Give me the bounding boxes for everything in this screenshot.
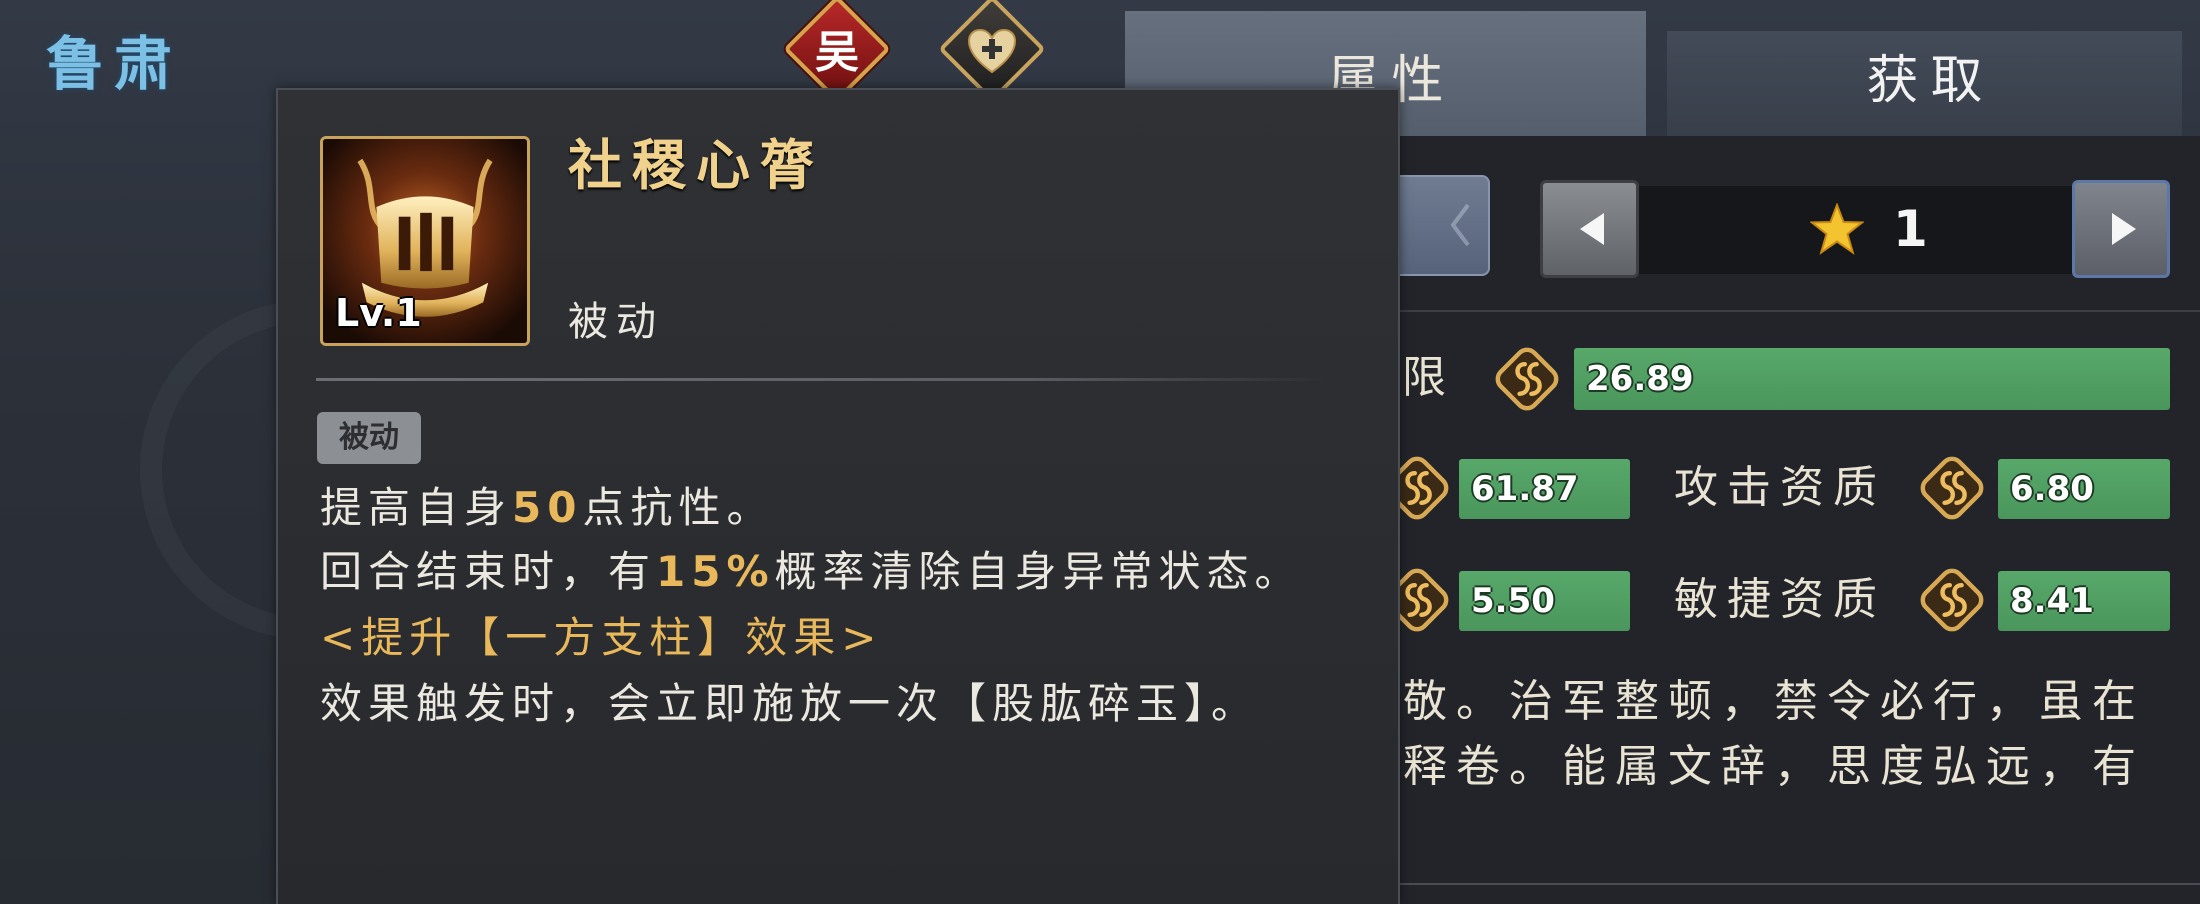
star-icon <box>1810 203 1864 255</box>
effect-text: 点抗性。 <box>582 483 775 532</box>
skill-tooltip: Lv.1 社稷心膂 被动 被动 提高自身50点抗性。 回合结束时，有15%概率清… <box>276 88 1400 904</box>
star-level-value: 1 <box>1893 200 1928 258</box>
skill-type: 被动 <box>568 299 664 345</box>
effect-value: 50 <box>512 483 583 532</box>
skill-upgrade-effect: 效果触发时，会立即施放一次【股肱碎玉】。 <box>320 679 1260 728</box>
faction-name: 吴 <box>815 27 859 78</box>
skill-level: Lv.1 <box>335 291 422 335</box>
aptitude-badge-icon <box>1915 451 1989 525</box>
attribute-value: 26.89 <box>1586 359 1694 399</box>
attribute-value-bar: 5.50 <box>1459 571 1630 631</box>
attribute-label-partial: 限 <box>1402 352 1455 403</box>
attack-aptitude-label: 攻击资质 <box>1674 462 1886 513</box>
previous-star-button[interactable] <box>1540 180 1639 278</box>
effect-value: 15% <box>656 547 775 596</box>
bottom-divider <box>1400 883 2200 885</box>
heart-plus-icon <box>967 28 1017 74</box>
attribute-value-bar: 26.89 <box>1574 348 2170 410</box>
section-divider <box>1400 310 2200 312</box>
arrow-right-icon <box>2112 213 2136 245</box>
tab-acquire-label: 获取 <box>1866 51 1995 111</box>
effect-text: 提高自身 <box>320 483 513 532</box>
skill-throne-icon: Lv.1 <box>320 136 530 346</box>
tab-acquire[interactable]: 获取 <box>1667 31 2182 136</box>
aptitude-badge-icon <box>1915 563 1989 637</box>
skill-name: 社稷心膂 <box>568 133 824 197</box>
hero-name: 鲁肃 <box>46 30 183 98</box>
skill-effect-line: 回合结束时，有15%概率清除自身异常状态。 <box>320 542 1303 602</box>
effect-text: 概率清除自身异常状态。 <box>774 547 1303 596</box>
attribute-value-bar: 61.87 <box>1459 459 1630 519</box>
attack-aptitude-bar: 6.80 <box>1998 459 2170 519</box>
aptitude-badge-icon <box>1490 342 1564 416</box>
arrow-left-icon <box>1580 213 1604 245</box>
chevron-left-icon <box>1450 203 1470 247</box>
next-star-button[interactable] <box>2072 180 2170 278</box>
agility-aptitude-label: 敏捷资质 <box>1674 574 1886 625</box>
attack-aptitude-value: 6.80 <box>2010 469 2094 509</box>
agility-aptitude-value: 8.41 <box>2010 581 2094 621</box>
skill-effect-line: 提高自身50点抗性。 <box>320 478 774 538</box>
biography-line: 释卷。能属文辞，思度弘远，有 <box>1403 741 2145 792</box>
skill-tag-badge: 被动 <box>317 412 421 464</box>
biography-line: 敬。治军整顿，禁令必行，虽在 <box>1403 676 2145 727</box>
effect-text: 回合结束时，有 <box>320 547 657 596</box>
tooltip-divider <box>316 378 1326 381</box>
agility-aptitude-bar: 8.41 <box>1998 571 2170 631</box>
skill-upgrade-heading: <提升【一方支柱】效果> <box>320 613 883 662</box>
attribute-value: 5.50 <box>1471 581 1555 621</box>
attribute-value: 61.87 <box>1471 469 1579 509</box>
